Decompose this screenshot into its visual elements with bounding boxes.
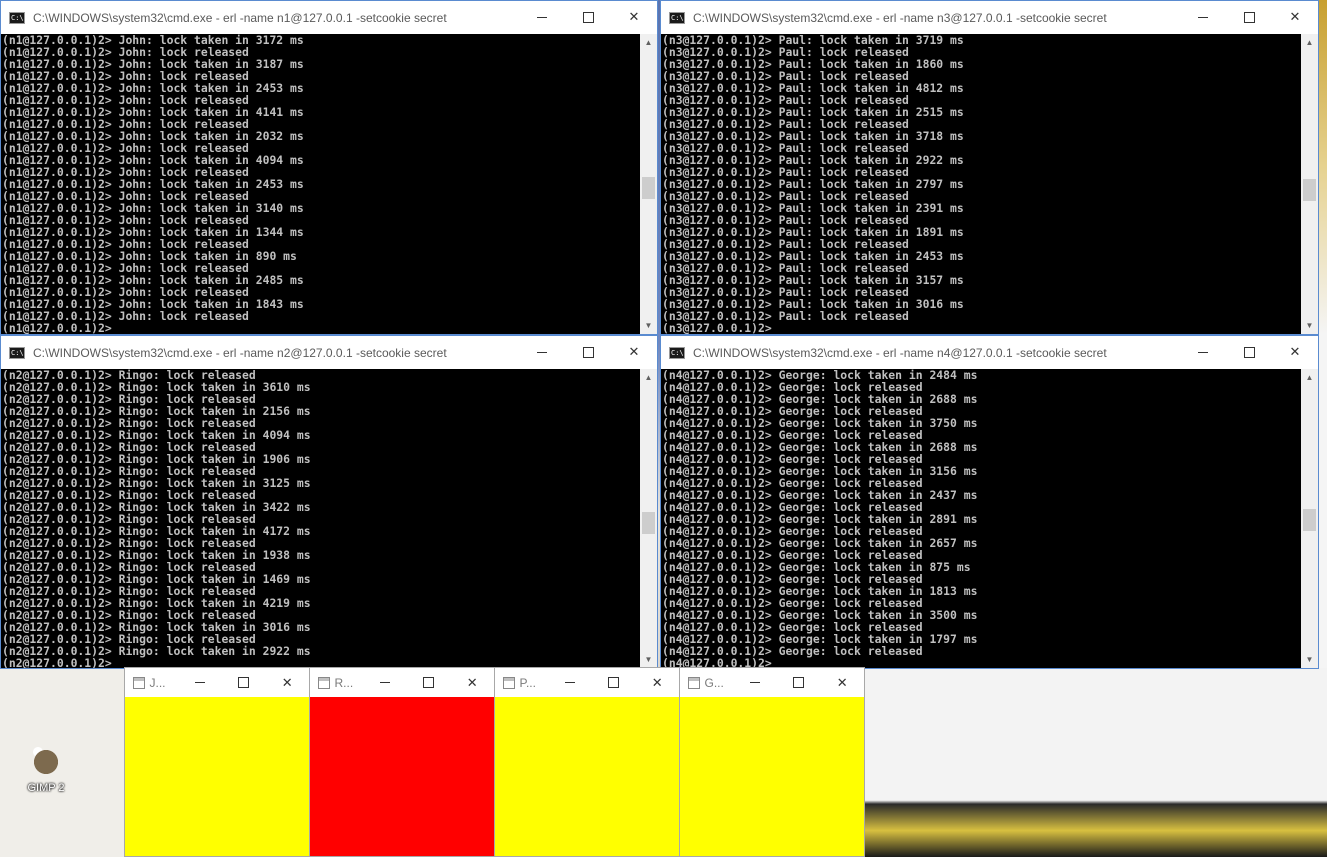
close-button[interactable] [820,668,864,697]
minimize-button[interactable] [519,336,565,369]
console-text: (n1@127.0.0.1)2> John: lock taken in 317… [2,34,639,334]
scroll-down-arrow-icon[interactable] [640,651,657,668]
window-titlebar[interactable]: C:\ C:\WINDOWS\system32\cmd.exe - erl -n… [1,336,657,369]
scrollbar-thumb[interactable] [1303,509,1316,531]
app-window-icon [688,676,700,689]
scrollbar-thumb[interactable] [1303,179,1316,201]
minimize-button[interactable] [548,668,592,697]
minimize-button[interactable] [178,668,222,697]
desktop-shortcut-label: GIMP 2 [27,782,65,794]
scrollbar-thumb[interactable] [642,177,655,199]
maximize-button[interactable] [407,668,451,697]
desktop: GIMP 2 C:\ C:\WINDOWS\system32\cmd.exe -… [0,0,1327,857]
console-window-n4[interactable]: C:\ C:\WINDOWS\system32\cmd.exe - erl -n… [660,335,1319,669]
scroll-down-arrow-icon[interactable] [640,317,657,334]
close-button[interactable] [1272,336,1318,369]
maximize-button[interactable] [222,668,266,697]
status-color-panel [310,697,494,856]
minimize-button[interactable] [1180,1,1226,34]
console-text: (n2@127.0.0.1)2> Ringo: lock released (n2… [2,369,639,668]
close-button[interactable] [450,668,494,697]
mini-window-george[interactable]: G... [679,667,865,857]
console-output[interactable]: (n2@127.0.0.1)2> Ringo: lock released (n2… [1,369,657,668]
cmd-icon: C:\ [9,11,25,24]
maximize-button[interactable] [777,668,821,697]
window-title: C:\WINDOWS\system32\cmd.exe - erl -name … [33,10,447,25]
minimize-button[interactable] [363,668,407,697]
console-output[interactable]: (n3@127.0.0.1)2> Paul: lock taken in 371… [661,34,1318,334]
maximize-button[interactable] [565,1,611,34]
cmd-icon: C:\ [669,11,685,24]
background-window-area [860,668,1327,857]
mini-window-title: P... [519,675,536,690]
scroll-up-arrow-icon[interactable] [1301,34,1318,51]
close-button[interactable] [635,668,679,697]
status-color-panel [125,697,309,856]
window-title: C:\WINDOWS\system32\cmd.exe - erl -name … [33,345,447,360]
close-button[interactable] [611,1,657,34]
window-title: C:\WINDOWS\system32\cmd.exe - erl -name … [693,345,1107,360]
vertical-scrollbar[interactable] [1301,369,1318,668]
mini-window-paul[interactable]: P... [494,667,680,857]
app-window-icon [133,676,145,689]
scrollbar-thumb[interactable] [642,512,655,534]
app-window-icon [318,676,330,689]
console-window-n1[interactable]: C:\ C:\WINDOWS\system32\cmd.exe - erl -n… [0,0,658,335]
status-color-panel [680,697,864,856]
console-output[interactable]: (n1@127.0.0.1)2> John: lock taken in 317… [1,34,657,334]
vertical-scrollbar[interactable] [640,34,657,334]
console-window-n3[interactable]: C:\ C:\WINDOWS\system32\cmd.exe - erl -n… [660,0,1319,335]
window-title: C:\WINDOWS\system32\cmd.exe - erl -name … [693,10,1107,25]
vertical-scrollbar[interactable] [1301,34,1318,334]
maximize-button[interactable] [592,668,636,697]
mini-window-title: J... [149,675,166,690]
desktop-shortcut-gimp[interactable]: GIMP 2 [20,740,72,794]
scroll-up-arrow-icon[interactable] [1301,369,1318,386]
scroll-up-arrow-icon[interactable] [640,34,657,51]
console-line: (n3@127.0.0.1)2> [662,321,772,334]
status-color-panel [495,697,679,856]
scroll-down-arrow-icon[interactable] [1301,651,1318,668]
wallpaper-strip [1318,0,1327,668]
minimize-button[interactable] [519,1,565,34]
console-line: (n1@127.0.0.1)2> [2,321,112,334]
maximize-button[interactable] [1226,336,1272,369]
cmd-icon: C:\ [9,346,25,359]
app-window-icon [503,676,515,689]
console-output[interactable]: (n4@127.0.0.1)2> George: lock taken in 2… [661,369,1318,668]
mini-window-titlebar[interactable]: R... [310,668,494,697]
mini-window-titlebar[interactable]: J... [125,668,309,697]
maximize-button[interactable] [565,336,611,369]
close-button[interactable] [265,668,309,697]
scroll-up-arrow-icon[interactable] [640,369,657,386]
mini-window-titlebar[interactable]: P... [495,668,679,697]
scroll-down-arrow-icon[interactable] [1301,317,1318,334]
minimize-button[interactable] [733,668,777,697]
close-button[interactable] [1272,1,1318,34]
console-text: (n3@127.0.0.1)2> Paul: lock taken in 371… [662,34,1300,334]
mini-window-title: G... [704,675,724,690]
vertical-scrollbar[interactable] [640,369,657,668]
window-titlebar[interactable]: C:\ C:\WINDOWS\system32\cmd.exe - erl -n… [661,1,1318,34]
window-titlebar[interactable]: C:\ C:\WINDOWS\system32\cmd.exe - erl -n… [1,1,657,34]
cmd-icon: C:\ [669,346,685,359]
gimp-icon [26,740,66,780]
mini-window-title: R... [334,675,354,690]
maximize-button[interactable] [1226,1,1272,34]
mini-window-ringo[interactable]: R... [309,667,495,857]
console-text: (n4@127.0.0.1)2> George: lock taken in 2… [662,369,1300,668]
close-button[interactable] [611,336,657,369]
mini-window-titlebar[interactable]: G... [680,668,864,697]
console-window-n2[interactable]: C:\ C:\WINDOWS\system32\cmd.exe - erl -n… [0,335,658,669]
mini-window-john[interactable]: J... [124,667,310,857]
window-titlebar[interactable]: C:\ C:\WINDOWS\system32\cmd.exe - erl -n… [661,336,1318,369]
minimize-button[interactable] [1180,336,1226,369]
